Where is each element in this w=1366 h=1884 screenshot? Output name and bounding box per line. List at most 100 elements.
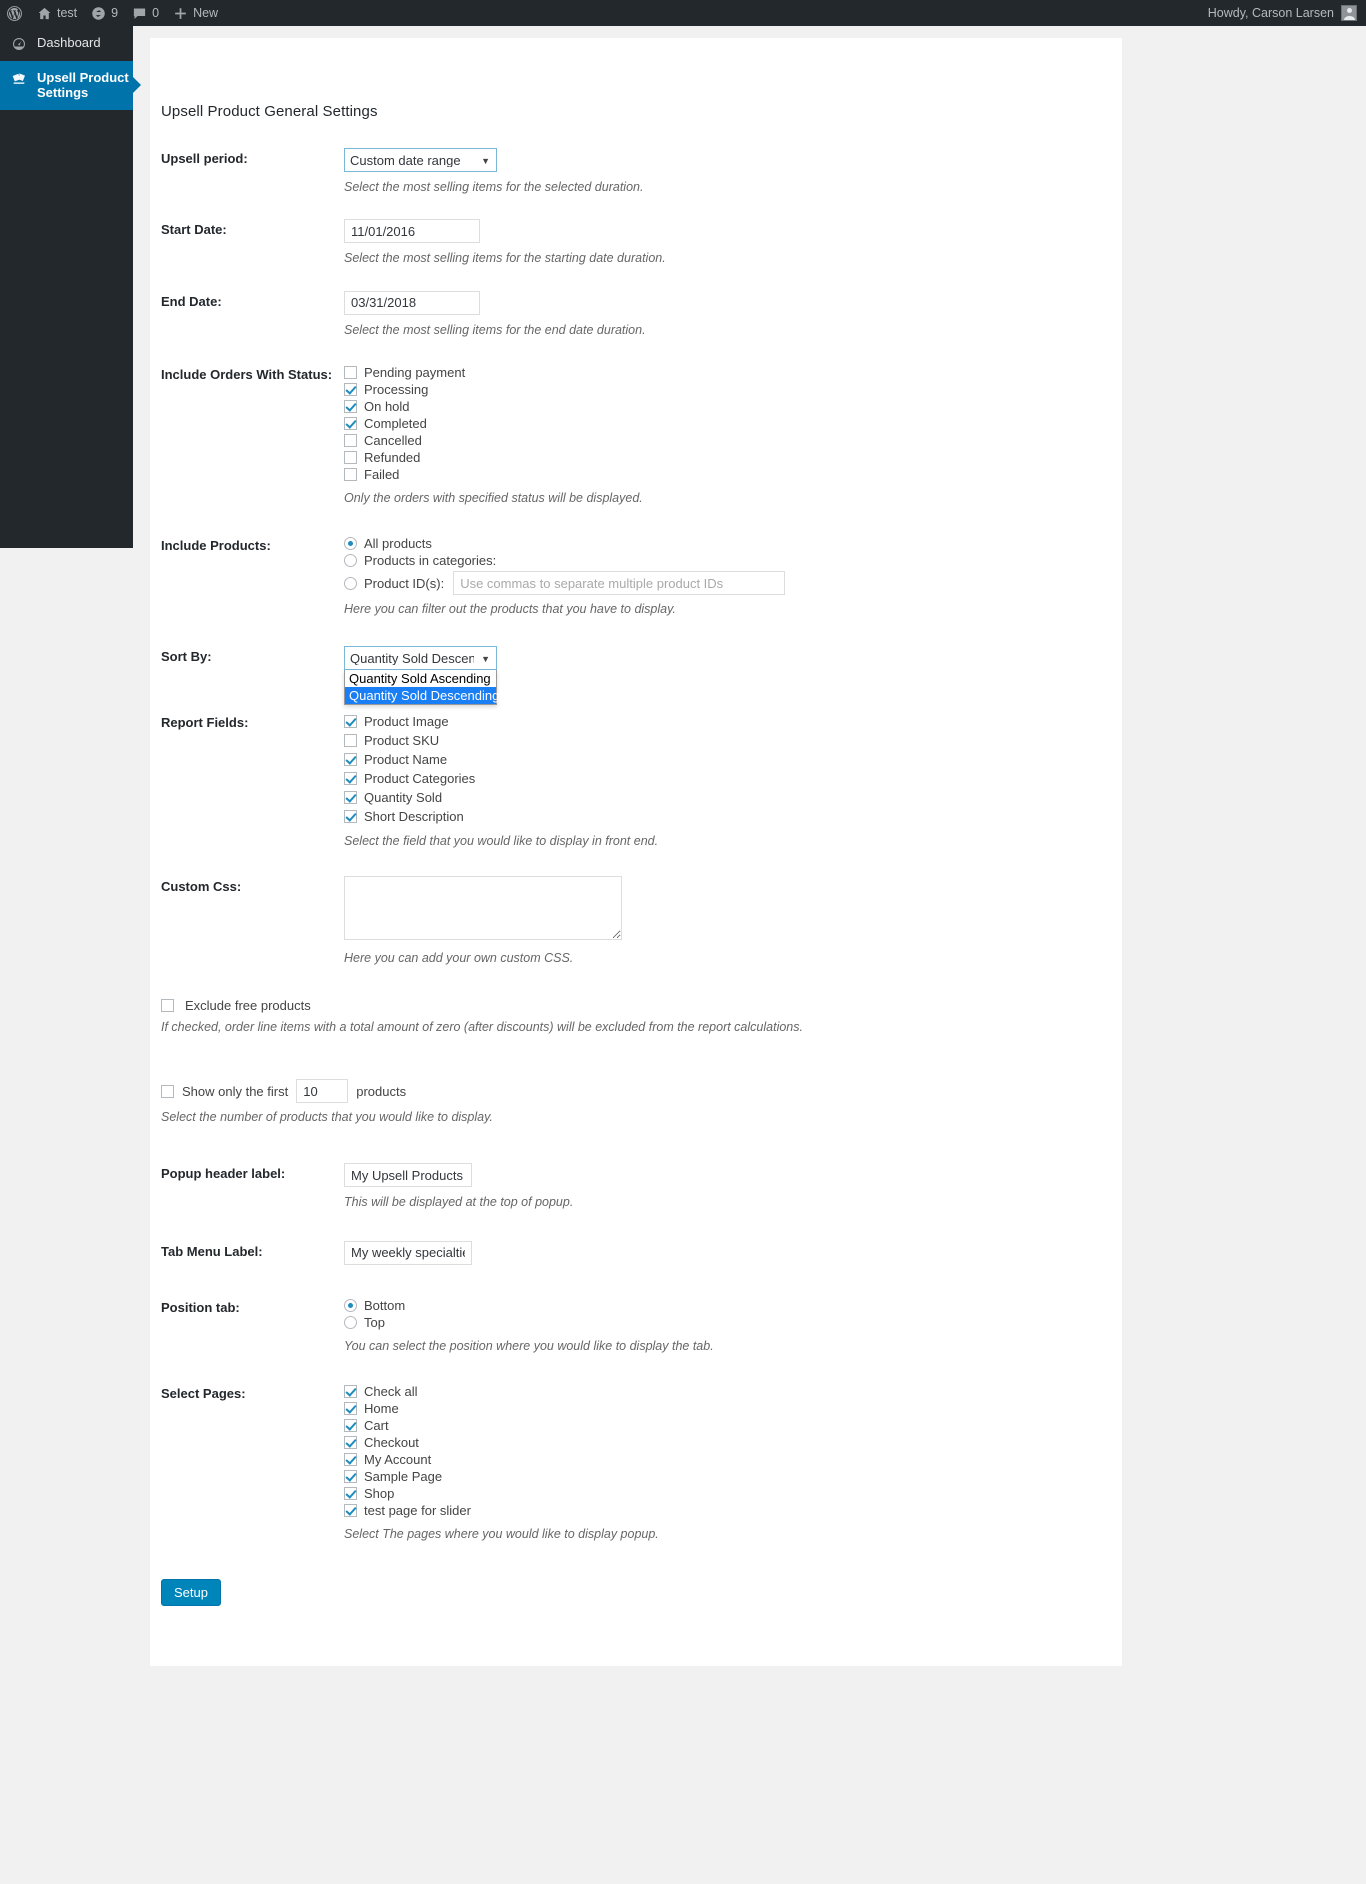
desc-select-pages: Select The pages where you would like to… xyxy=(344,1526,659,1541)
label-select-pages: Select Pages: xyxy=(161,1385,246,1401)
sort-by-option[interactable]: Quantity Sold Ascending xyxy=(345,670,496,687)
radio-icon[interactable] xyxy=(344,537,357,550)
position-tab-radio-group: Bottom Top xyxy=(344,1297,1122,1331)
desc-end-date: Select the most selling items for the en… xyxy=(344,322,646,337)
select-pages-option[interactable]: Cart xyxy=(344,1417,1122,1434)
checkbox-icon[interactable] xyxy=(161,1084,174,1098)
checkbox-icon[interactable] xyxy=(344,1384,357,1398)
checkbox-icon[interactable] xyxy=(344,734,357,748)
product-ids-input[interactable] xyxy=(453,571,786,595)
row-exclude-free-products: Exclude free products If checked, order … xyxy=(150,997,1122,1035)
sidebar-item-dashboard[interactable]: Dashboard xyxy=(0,26,133,61)
radio-icon[interactable] xyxy=(344,1298,357,1312)
order-status-option[interactable]: Pending payment xyxy=(344,364,1122,381)
checkbox-icon[interactable] xyxy=(344,1435,357,1449)
order-status-option[interactable]: Cancelled xyxy=(344,432,1122,449)
report-field-option[interactable]: Quantity Sold xyxy=(344,788,1122,807)
select-pages-option[interactable]: Sample Page xyxy=(344,1468,1122,1485)
desc-order-status: Only the orders with specified status wi… xyxy=(344,490,643,505)
select-pages-option-check-all[interactable]: Check all xyxy=(344,1383,1122,1400)
order-status-label: Processing xyxy=(364,381,429,397)
checkbox-icon[interactable] xyxy=(344,450,357,464)
my-account-menu[interactable]: Howdy, Carson Larsen xyxy=(1208,5,1366,21)
report-field-option[interactable]: Short Description xyxy=(344,807,1122,826)
position-tab-option-bottom[interactable]: Bottom xyxy=(344,1297,1122,1314)
order-status-option[interactable]: Failed xyxy=(344,466,1122,483)
checkbox-icon[interactable] xyxy=(161,998,174,1012)
exclude-free-products-option[interactable]: Exclude free products xyxy=(161,997,1122,1014)
checkbox-icon[interactable] xyxy=(344,399,357,413)
end-date-input[interactable] xyxy=(344,290,480,315)
checkbox-icon[interactable] xyxy=(344,416,357,430)
order-status-label: Pending payment xyxy=(364,364,466,380)
checkbox-icon[interactable] xyxy=(344,715,357,729)
sidebar-item-upsell-product-settings[interactable]: Upsell Product Settings xyxy=(0,61,141,110)
label-position-tab: Position tab: xyxy=(161,1299,240,1315)
report-field-option[interactable]: Product Categories xyxy=(344,769,1122,788)
include-products-option-ids[interactable]: Product ID(s): xyxy=(344,571,1122,595)
checkbox-icon[interactable] xyxy=(344,467,357,481)
select-pages-label: Check all xyxy=(364,1383,418,1399)
sort-by-dropdown[interactable]: Quantity Sold Descending ▼ Quantity Sold… xyxy=(344,646,499,706)
row-position-tab: Position tab: Bottom Top You can select … xyxy=(150,1297,1122,1354)
select-pages-label: Sample Page xyxy=(364,1468,443,1484)
order-status-option[interactable]: Completed xyxy=(344,415,1122,432)
order-status-option[interactable]: Processing xyxy=(344,381,1122,398)
checkbox-icon[interactable] xyxy=(344,1469,357,1483)
report-field-label: Product Name xyxy=(364,752,448,768)
checkbox-icon[interactable] xyxy=(344,433,357,447)
show-only-first-input[interactable] xyxy=(296,1079,349,1103)
include-products-option-all[interactable]: All products xyxy=(344,535,1122,552)
report-field-option[interactable]: Product Name xyxy=(344,750,1122,769)
checkbox-icon[interactable] xyxy=(344,772,357,786)
setup-button[interactable]: Setup xyxy=(161,1579,221,1606)
popup-header-input[interactable] xyxy=(344,1163,472,1188)
order-status-option[interactable]: Refunded xyxy=(344,449,1122,466)
checkbox-icon[interactable] xyxy=(344,1486,357,1500)
checkbox-icon[interactable] xyxy=(344,1418,357,1432)
select-pages-option[interactable]: Checkout xyxy=(344,1434,1122,1451)
position-tab-option-top[interactable]: Top xyxy=(344,1314,1122,1331)
updates-menu[interactable]: 9 xyxy=(84,0,125,26)
checkbox-icon[interactable] xyxy=(344,382,357,396)
radio-icon[interactable] xyxy=(344,1315,357,1329)
select-pages-option[interactable]: My Account xyxy=(344,1451,1122,1468)
report-field-label: Product Categories xyxy=(364,771,476,787)
upsell-period-select[interactable]: Custom date range xyxy=(344,148,497,172)
comments-menu[interactable]: 0 xyxy=(125,0,166,26)
tab-menu-label-input[interactable] xyxy=(344,1240,472,1265)
checkbox-icon[interactable] xyxy=(344,1452,357,1466)
report-field-option[interactable]: Product Image xyxy=(344,712,1122,731)
sort-by-options-list[interactable]: Quantity Sold Ascending Quantity Sold De… xyxy=(344,670,499,706)
radio-icon[interactable] xyxy=(344,554,357,567)
report-field-option[interactable]: Product SKU xyxy=(344,731,1122,750)
checkbox-icon[interactable] xyxy=(344,365,357,379)
upsell-product-icon xyxy=(9,70,29,87)
report-field-label: Product Image xyxy=(364,714,449,730)
row-upsell-period: Upsell period: Custom date range ▼ Selec… xyxy=(150,148,1122,195)
include-products-option-categories[interactable]: Products in categories: xyxy=(344,552,1122,569)
checkbox-icon[interactable] xyxy=(344,753,357,767)
custom-css-textarea[interactable] xyxy=(344,875,622,940)
site-name-label: test xyxy=(57,6,78,20)
new-content-menu[interactable]: New xyxy=(166,0,225,26)
sort-by-select[interactable]: Quantity Sold Descending xyxy=(344,646,497,671)
row-tab-menu-label: Tab Menu Label: xyxy=(150,1240,1122,1265)
desc-position-tab: You can select the position where you wo… xyxy=(344,1338,714,1353)
order-status-option[interactable]: On hold xyxy=(344,398,1122,415)
checkbox-icon[interactable] xyxy=(344,810,357,824)
checkbox-icon[interactable] xyxy=(344,1401,357,1415)
select-pages-option[interactable]: test page for slider xyxy=(344,1502,1122,1519)
row-include-products: Include Products: All products Products … xyxy=(150,535,1122,617)
home-icon xyxy=(37,6,52,21)
select-pages-option[interactable]: Shop xyxy=(344,1485,1122,1502)
wp-logo-menu[interactable] xyxy=(0,0,30,26)
label-order-status: Include Orders With Status: xyxy=(161,366,333,382)
radio-icon[interactable] xyxy=(344,576,357,590)
checkbox-icon[interactable] xyxy=(344,791,357,805)
start-date-input[interactable] xyxy=(344,219,480,244)
checkbox-icon[interactable] xyxy=(344,1503,357,1517)
select-pages-option[interactable]: Home xyxy=(344,1400,1122,1417)
site-name-menu[interactable]: test xyxy=(30,0,84,26)
sort-by-option-selected[interactable]: Quantity Sold Descending xyxy=(345,687,499,705)
